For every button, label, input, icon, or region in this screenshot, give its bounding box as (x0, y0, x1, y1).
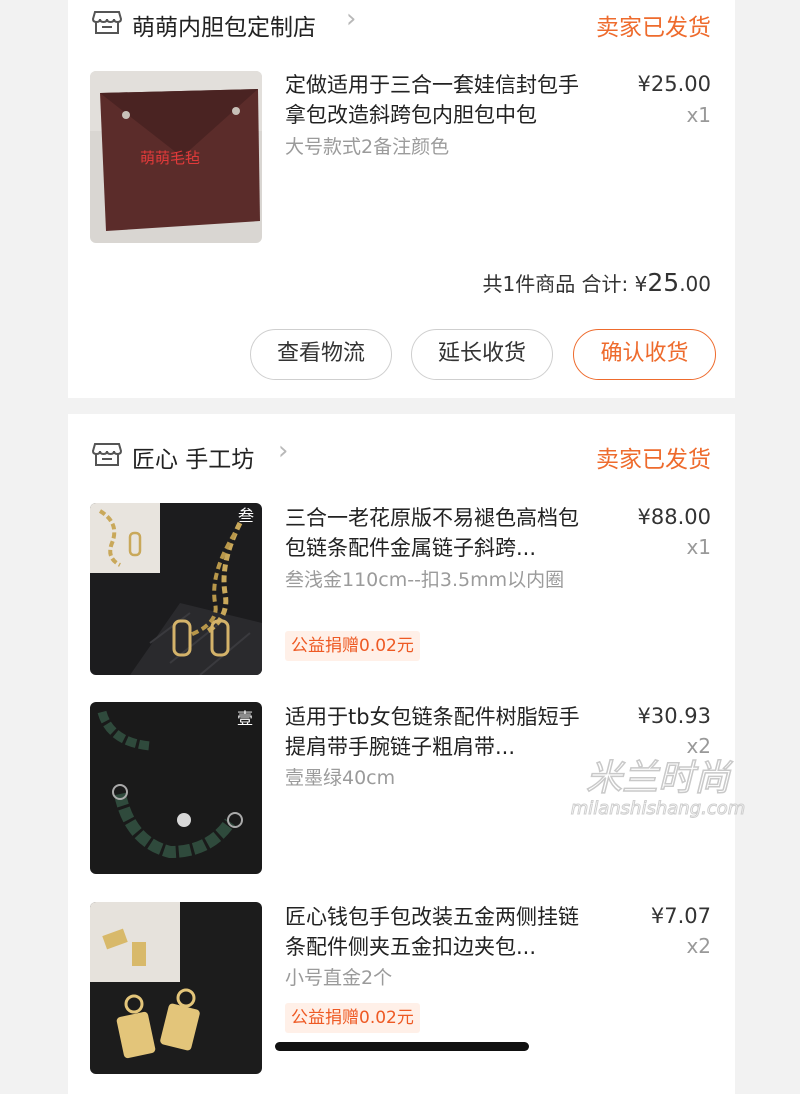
product-thumbnail[interactable] (90, 902, 262, 1074)
product-image-mark: 叁 (238, 506, 254, 525)
product-sku: 大号款式2备注颜色 (285, 136, 450, 158)
order-status: 卖家已发货 (596, 15, 711, 41)
product-price: ¥25.00 (637, 72, 711, 96)
product-thumbnail[interactable]: 壹 (90, 702, 262, 874)
product-price: ¥88.00 (637, 505, 711, 529)
order-status: 卖家已发货 (596, 447, 711, 473)
total-amount-decimal: .00 (679, 272, 711, 296)
shop-header[interactable]: 匠心 手工坊 › 卖家已发货 (68, 414, 735, 473)
product-title[interactable]: 匠心钱包手包改装五金两侧挂链条配件侧夹五金扣边夹包... (285, 902, 595, 962)
charity-badge: 公益捐赠0.02元 (285, 1003, 420, 1033)
product-thumbnail[interactable]: 萌萌毛毡 (90, 71, 262, 243)
product-quantity: x2 (686, 734, 711, 758)
product-title[interactable]: 三合一老花原版不易褪色高档包包链条配件金属链子斜跨... (285, 503, 595, 563)
total-label: 共1件商品 合计: ¥ (482, 272, 648, 296)
product-price: ¥30.93 (637, 704, 711, 728)
product-image-text: 萌萌毛毡 (140, 149, 200, 167)
product-image-mark: 壹 (237, 709, 253, 728)
shop-icon (92, 11, 122, 34)
order-total: 共1件商品 合计: ¥25.00 (482, 268, 711, 297)
product-sku: 壹墨绿40cm (285, 767, 396, 789)
shop-name[interactable]: 匠心 手工坊 (132, 440, 254, 474)
chevron-right-icon[interactable]: › (278, 436, 288, 466)
shop-header[interactable]: 萌萌内胆包定制店 › 卖家已发货 (68, 0, 735, 48)
product-quantity: x1 (686, 103, 711, 127)
product-sku: 小号直金2个 (285, 967, 393, 989)
confirm-receipt-button[interactable]: 确认收货 (573, 329, 716, 380)
home-indicator[interactable] (275, 1042, 529, 1051)
product-price: ¥7.07 (650, 904, 711, 928)
product-title[interactable]: 定做适用于三合一套娃信封包手拿包改造斜跨包内胆包中包 (285, 70, 595, 130)
product-quantity: x1 (686, 535, 711, 559)
charity-badge: 公益捐赠0.02元 (285, 631, 420, 661)
product-quantity: x2 (686, 934, 711, 958)
total-amount-integer: 25 (647, 268, 680, 297)
extend-receipt-button[interactable]: 延长收货 (411, 329, 553, 380)
chevron-right-icon[interactable]: › (346, 4, 356, 34)
product-title[interactable]: 适用于tb女包链条配件树脂短手提肩带手腕链子粗肩带... (285, 702, 595, 762)
view-logistics-button[interactable]: 查看物流 (250, 329, 392, 380)
order-card: 萌萌内胆包定制店 › 卖家已发货 萌萌毛毡 定做适用于三合一套娃信封包手拿包改造… (68, 0, 735, 398)
product-sku: 叁浅金110cm--扣3.5mm以内圈 (285, 569, 565, 591)
shop-name[interactable]: 萌萌内胆包定制店 (132, 8, 316, 42)
product-thumbnail[interactable]: 叁 (90, 503, 262, 675)
shop-icon (92, 443, 122, 466)
order-card: 匠心 手工坊 › 卖家已发货 叁 三合一老花原版不易褪色高档包包链条配件金属链子… (68, 414, 735, 1094)
